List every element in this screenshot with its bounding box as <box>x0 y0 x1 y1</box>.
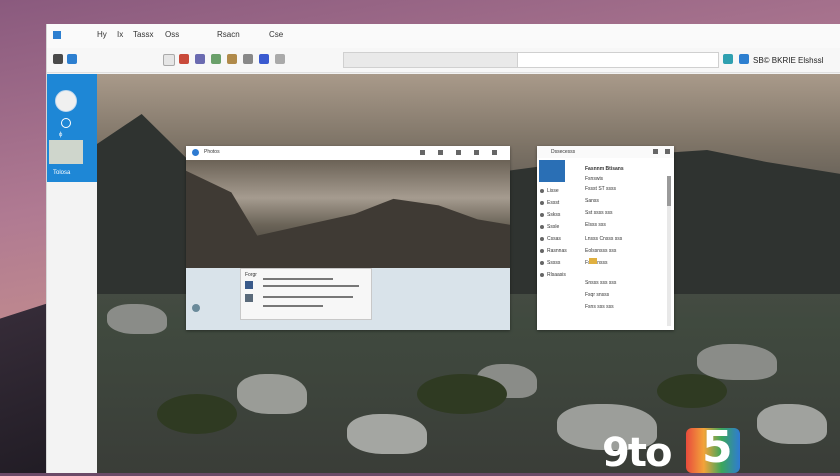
close-icon[interactable] <box>665 149 670 154</box>
tool-icon[interactable] <box>211 54 221 64</box>
settings-line: Elsss sss <box>585 222 606 228</box>
toolbar: SB© BKRIE Elshssl <box>47 48 840 73</box>
watermark-brand: 5 <box>702 422 733 473</box>
window-title: Photos <box>204 149 220 155</box>
card-title: Forgr <box>245 272 257 278</box>
sidebar-empty-area <box>47 182 97 473</box>
watermark-text: 9to <box>602 430 672 476</box>
settings-line: Fsqr snsss <box>585 292 610 298</box>
nav-item[interactable]: Cssas <box>547 236 561 242</box>
nav-item[interactable]: Rlsaasis <box>547 272 566 278</box>
nav-item[interactable]: Lisse <box>547 188 559 194</box>
nav-icon <box>540 225 544 229</box>
nav-icon <box>540 273 544 277</box>
card-line <box>263 296 353 298</box>
nav-icon <box>540 213 544 217</box>
settings-window[interactable]: Dssecesss Fasnnm Btisans Lisse Essst Ssk… <box>537 146 674 330</box>
nav-icon <box>540 237 544 241</box>
rock <box>107 304 167 334</box>
app-icon <box>53 31 61 39</box>
settings-icon[interactable] <box>61 118 71 128</box>
maximize-icon[interactable] <box>474 150 479 155</box>
address-bar[interactable] <box>343 52 519 68</box>
settings-line: Snsss sss sss <box>585 280 617 286</box>
rock <box>697 344 777 380</box>
account-icon[interactable] <box>739 54 749 64</box>
shrub <box>417 374 507 414</box>
settings-heading: Fasnnm Btisans <box>585 166 624 172</box>
sidebar: ϕ Tolosa <box>47 74 97 182</box>
settings-line: Sanss <box>585 198 599 204</box>
nav-icon <box>540 249 544 253</box>
card-line <box>263 305 323 307</box>
view-icon[interactable] <box>163 54 175 66</box>
sidebar-small-label: ϕ <box>59 132 63 138</box>
photo-viewer-window[interactable]: Photos Forgr <box>186 146 510 330</box>
sync-icon[interactable] <box>723 54 733 64</box>
tool-icon[interactable] <box>195 54 205 64</box>
settings-line: Fssst ST ssss <box>585 186 617 192</box>
file-info-card[interactable]: Forgr <box>240 268 372 320</box>
sidebar-thumbnail[interactable] <box>49 140 83 164</box>
settings-line: Fsns sss sss <box>585 304 614 310</box>
back-icon[interactable] <box>53 54 63 64</box>
shrub <box>657 374 727 408</box>
nav-item[interactable]: Sssle <box>547 224 559 230</box>
tool-icon[interactable] <box>243 54 253 64</box>
minimize-icon[interactable] <box>653 149 658 154</box>
avatar[interactable] <box>55 90 77 112</box>
scrollbar-thumb[interactable] <box>667 176 671 206</box>
toolbar-status-text: SB© BKRIE Elshssl <box>753 56 824 65</box>
rock <box>237 374 307 414</box>
nav-item[interactable]: Essst <box>547 200 559 206</box>
tool-icon[interactable] <box>275 54 285 64</box>
minimize-icon[interactable] <box>456 150 461 155</box>
file-icon <box>245 294 253 302</box>
menu-item[interactable]: Hy <box>97 30 107 39</box>
toggle-icon[interactable] <box>589 258 597 264</box>
window-titlebar[interactable]: Dssecesss <box>537 146 674 158</box>
edit-icon[interactable] <box>438 150 443 155</box>
sidebar-thumb-label: Tolosa <box>53 170 71 176</box>
file-icon <box>245 281 253 289</box>
window-title: Dssecesss <box>551 149 576 155</box>
nav-icon <box>540 189 544 193</box>
window-titlebar[interactable]: Photos <box>186 146 510 160</box>
search-field[interactable] <box>517 52 719 68</box>
card-line <box>263 285 359 287</box>
watermark-logo: 5 <box>686 422 740 473</box>
photos-app-icon <box>192 149 199 156</box>
close-icon[interactable] <box>492 150 497 155</box>
share-icon[interactable] <box>420 150 425 155</box>
menu-item[interactable]: Oss <box>165 30 179 39</box>
tool-icon[interactable] <box>227 54 237 64</box>
menubar: Hy Ix Tassx Oss Rsacn Cse <box>47 24 840 49</box>
rock <box>347 414 427 454</box>
settings-line: Eolssnsss sss <box>585 248 617 254</box>
card-line <box>263 278 333 280</box>
tool-icon[interactable] <box>259 54 269 64</box>
rock <box>757 404 827 444</box>
nav-item[interactable]: Sskss <box>547 212 560 218</box>
tool-icon[interactable] <box>179 54 189 64</box>
shrub <box>157 394 237 434</box>
settings-line: Lnsss Cnsss sss <box>585 236 623 242</box>
menu-item[interactable]: Tassx <box>133 30 153 39</box>
nav-item[interactable]: Sssss <box>547 260 560 266</box>
nav-item[interactable]: Rasnnas <box>547 248 567 254</box>
avatar[interactable] <box>539 160 565 182</box>
menu-item[interactable]: Cse <box>269 30 283 39</box>
nav-icon <box>540 261 544 265</box>
nav-icon <box>540 201 544 205</box>
settings-line: Fsnswis <box>585 176 604 182</box>
menu-item[interactable]: Ix <box>117 30 123 39</box>
gallery-icon[interactable] <box>192 304 200 312</box>
forward-icon[interactable] <box>67 54 77 64</box>
menu-item[interactable]: Rsacn <box>217 30 240 39</box>
settings-line: Sst ssss sss <box>585 210 613 216</box>
